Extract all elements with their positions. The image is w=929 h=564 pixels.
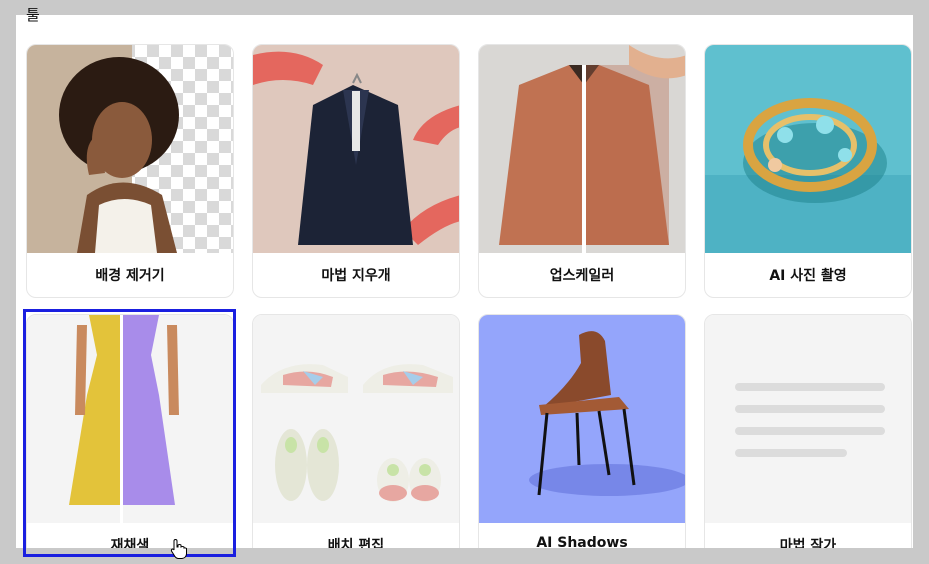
hand-pointer-icon: [168, 538, 190, 560]
bottom-bar: [0, 548, 929, 561]
tool-card-recolor[interactable]: 재채색: [26, 314, 234, 561]
tool-card-magic-writer[interactable]: 마법 작가: [704, 314, 912, 561]
background-remover-thumbnail: [27, 45, 233, 253]
tool-card-ai-photoshoot[interactable]: AI 사진 촬영: [704, 44, 912, 298]
magic-writer-thumbnail: [705, 315, 911, 523]
tool-label: 배경 제거기: [95, 268, 165, 284]
ai-photoshoot-thumbnail: [705, 45, 911, 253]
tool-label: AI 사진 촬영: [769, 268, 847, 284]
magic-eraser-thumbnail: [253, 45, 459, 253]
tool-label: 업스케일러: [549, 268, 615, 284]
tool-card-background-remover[interactable]: 배경 제거기: [26, 44, 234, 298]
tool-label: 마법 지우개: [321, 268, 391, 284]
tool-card-batch-edit[interactable]: 배치 편집: [252, 314, 460, 561]
tool-card-upscaler[interactable]: 업스케일러: [478, 44, 686, 298]
upscaler-thumbnail: [479, 45, 685, 253]
tool-card-ai-shadows[interactable]: AI Shadows: [478, 314, 686, 561]
tool-card-magic-eraser[interactable]: 마법 지우개: [252, 44, 460, 298]
batch-edit-thumbnail: [253, 315, 459, 523]
section-title: 툴: [26, 6, 40, 24]
recolor-thumbnail: [27, 315, 233, 523]
ai-shadows-thumbnail: [479, 315, 685, 523]
